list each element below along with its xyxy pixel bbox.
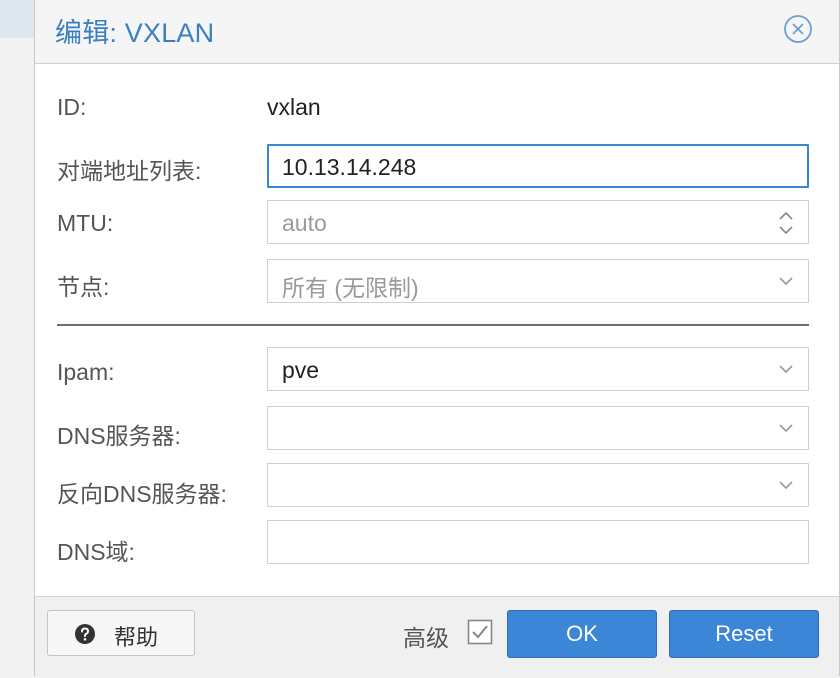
dialog-footer: 帮助 高级 OK Reset — [35, 596, 839, 678]
id-value: vxlan — [267, 94, 321, 120]
nodes-select-value: 所有 (无限制) — [282, 275, 419, 301]
ipam-label: Ipam: — [57, 359, 115, 385]
dns-label: DNS服务器: — [57, 423, 181, 449]
nodes-select[interactable]: 所有 (无限制) — [267, 259, 809, 303]
advanced-label: 高级 — [403, 625, 449, 651]
peers-label: 对端地址列表: — [57, 158, 202, 184]
ok-button[interactable]: OK — [507, 610, 657, 658]
chevron-down-icon — [779, 481, 793, 490]
mtu-input[interactable]: auto — [267, 200, 809, 244]
chevron-down-icon — [779, 424, 793, 433]
dialog-title: 编辑: VXLAN — [55, 18, 215, 48]
spinner-arrows-icon[interactable] — [778, 210, 794, 236]
help-button[interactable]: 帮助 — [47, 610, 195, 656]
dns-zone-label: DNS域: — [57, 539, 135, 565]
id-label: ID: — [57, 94, 87, 120]
peers-input-value: 10.13.14.248 — [282, 154, 417, 180]
mtu-label: MTU: — [57, 210, 114, 236]
peers-input[interactable]: 10.13.14.248 — [267, 144, 809, 188]
help-button-label: 帮助 — [114, 625, 159, 650]
chevron-down-icon — [779, 365, 793, 374]
section-divider — [57, 324, 809, 326]
ipam-select[interactable]: pve — [267, 347, 809, 391]
dns-zone-input[interactable] — [267, 520, 809, 564]
chevron-down-icon — [779, 277, 793, 286]
reverse-dns-select[interactable] — [267, 463, 809, 507]
reset-button[interactable]: Reset — [669, 610, 819, 658]
nodes-label: 节点: — [57, 274, 110, 300]
mtu-placeholder: auto — [282, 210, 327, 236]
ipam-select-value: pve — [282, 357, 320, 383]
advanced-checkbox[interactable] — [467, 619, 493, 645]
close-button[interactable] — [783, 14, 813, 44]
close-circle-icon — [784, 15, 812, 43]
edit-vxlan-dialog: 编辑: VXLAN ID: vxlan 对端地址列表: 10.13.14.248… — [34, 0, 840, 678]
question-circle-icon — [75, 624, 95, 644]
dialog-titlebar: 编辑: VXLAN — [35, 0, 839, 64]
reverse-dns-label: 反向DNS服务器: — [57, 481, 227, 507]
dns-select[interactable] — [267, 406, 809, 450]
